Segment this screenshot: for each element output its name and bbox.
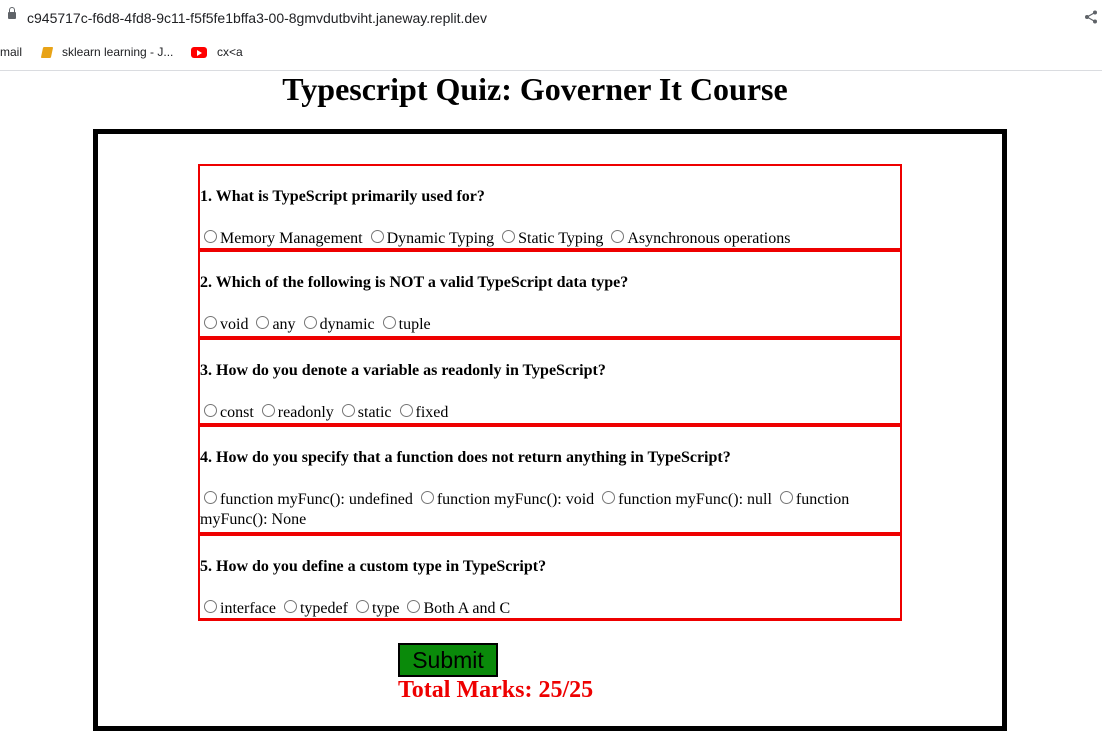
radio-button[interactable]: [399, 404, 413, 417]
book-icon: [40, 47, 54, 58]
option[interactable]: function myFunc(): void: [417, 491, 594, 508]
option[interactable]: static: [338, 404, 392, 421]
share-icon[interactable]: [1084, 10, 1098, 24]
radio-button[interactable]: [261, 404, 275, 417]
bookmark-youtube[interactable]: cx<a: [191, 45, 243, 59]
option[interactable]: const: [200, 404, 254, 421]
question-2: 2. Which of the following is NOT a valid…: [198, 250, 902, 339]
option[interactable]: tuple: [379, 316, 431, 333]
question-text: 4. How do you specify that a function do…: [200, 449, 731, 466]
options-group: interface typedef type Both A and C: [200, 599, 900, 619]
option[interactable]: function myFunc(): undefined: [200, 491, 413, 508]
bookmark-mail[interactable]: mail: [0, 45, 22, 59]
radio-button[interactable]: [355, 600, 369, 613]
radio-button[interactable]: [611, 230, 625, 243]
page-title: Typescript Quiz: Governer It Course: [282, 71, 788, 107]
radio-button[interactable]: [204, 404, 217, 417]
question-3: 3. How do you denote a variable as reado…: [198, 338, 902, 426]
option[interactable]: Asynchronous operations: [607, 230, 790, 247]
question-4: 4. How do you specify that a function do…: [198, 425, 902, 535]
question-1: 1. What is TypeScript primarily used for…: [198, 164, 902, 251]
radio-button[interactable]: [370, 230, 384, 243]
option-label: Dynamic Typing: [386, 230, 495, 247]
option[interactable]: type: [352, 600, 400, 617]
option[interactable]: interface: [200, 600, 276, 617]
radio-button[interactable]: [779, 491, 793, 504]
option[interactable]: Memory Management: [200, 230, 363, 247]
radio-button[interactable]: [204, 491, 217, 504]
bookmark-label: cx<a: [217, 45, 243, 59]
bookmark-sklearn[interactable]: sklearn learning - J...: [40, 45, 174, 59]
option[interactable]: any: [252, 316, 296, 333]
radio-button[interactable]: [341, 404, 355, 417]
option-label: tuple: [398, 316, 431, 333]
option-label: type: [371, 600, 400, 617]
radio-button[interactable]: [204, 230, 217, 243]
question-5: 5. How do you define a custom type in Ty…: [198, 534, 902, 621]
options-group: const readonly static fixed: [200, 403, 900, 423]
radio-button[interactable]: [204, 600, 217, 613]
question-text: 2. Which of the following is NOT a valid…: [200, 274, 629, 291]
url-text[interactable]: c945717c-f6d8-4fd8-9c11-f5f5fe1bffa3-00-…: [27, 10, 487, 26]
option[interactable]: Dynamic Typing: [367, 230, 494, 247]
option[interactable]: fixed: [396, 404, 449, 421]
option-label: function myFunc(): void: [436, 491, 595, 508]
option-label: Static Typing: [518, 230, 604, 247]
option[interactable]: function myFunc(): null: [598, 491, 772, 508]
question-text: 3. How do you denote a variable as reado…: [200, 362, 606, 379]
radio-button[interactable]: [204, 316, 217, 329]
option[interactable]: Both A and C: [403, 600, 510, 617]
option-label: void: [220, 316, 249, 333]
bookmark-label: sklearn learning - J...: [62, 45, 174, 59]
youtube-icon: [191, 47, 207, 58]
option[interactable]: void: [200, 316, 248, 333]
radio-button[interactable]: [382, 316, 396, 329]
address-bar[interactable]: c945717c-f6d8-4fd8-9c11-f5f5fe1bffa3-00-…: [0, 0, 1102, 36]
option-label: fixed: [415, 404, 449, 421]
option[interactable]: dynamic: [300, 316, 375, 333]
option-label: any: [272, 316, 296, 333]
question-text: 1. What is TypeScript primarily used for…: [200, 188, 485, 205]
option-label: dynamic: [319, 316, 375, 333]
option-label: function myFunc(): undefined: [220, 491, 413, 508]
option[interactable]: typedef: [280, 600, 348, 617]
radio-button[interactable]: [303, 316, 317, 329]
option-label: Asynchronous operations: [627, 230, 791, 247]
submit-button[interactable]: Submit: [398, 643, 498, 677]
bookmarks-bar: mail sklearn learning - J... cx<a: [0, 36, 1102, 71]
bookmark-label: mail: [0, 45, 23, 59]
options-group: void any dynamic tuple: [200, 315, 900, 335]
radio-button[interactable]: [283, 600, 297, 613]
options-group: function myFunc(): undefined function my…: [200, 490, 900, 530]
option-label: Both A and C: [423, 600, 511, 617]
option-label: const: [220, 404, 254, 421]
radio-button[interactable]: [602, 491, 616, 504]
option-label: function myFunc(): null: [618, 491, 772, 508]
option-label: typedef: [299, 600, 348, 617]
option[interactable]: readonly: [258, 404, 334, 421]
question-text: 5. How do you define a custom type in Ty…: [200, 558, 547, 575]
quiz-form: 1. What is TypeScript primarily used for…: [198, 164, 902, 621]
radio-button[interactable]: [256, 316, 270, 329]
option-label: interface: [220, 600, 276, 617]
option-label: readonly: [277, 404, 334, 421]
total-marks: Total Marks: 25/25: [398, 677, 594, 703]
radio-button[interactable]: [420, 491, 434, 504]
option-label: Memory Management: [220, 230, 363, 247]
radio-button[interactable]: [407, 600, 421, 613]
lock-icon[interactable]: [8, 7, 16, 19]
option[interactable]: Static Typing: [498, 230, 603, 247]
option-label: static: [357, 404, 392, 421]
radio-button[interactable]: [502, 230, 516, 243]
options-group: Memory Management Dynamic Typing Static …: [200, 229, 900, 249]
